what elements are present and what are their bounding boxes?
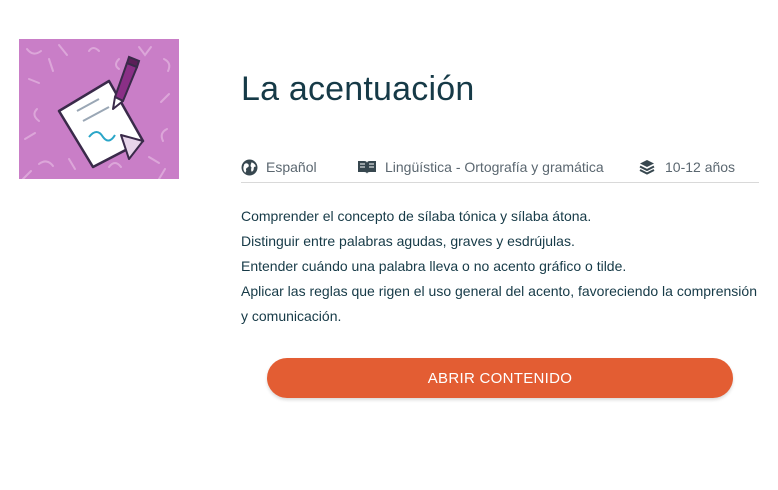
content-title: La acentuación bbox=[241, 70, 475, 108]
meta-age: 10-12 años bbox=[639, 159, 735, 175]
meta-language: Español bbox=[241, 159, 357, 176]
meta-language-label: Español bbox=[266, 159, 317, 175]
document-pencil-icon bbox=[19, 39, 179, 179]
objective-item: Aplicar las reglas que rigen el uso gene… bbox=[241, 283, 757, 324]
objective-item: Comprender el concepto de sílaba tónica … bbox=[241, 208, 592, 224]
content-meta-bar: Español Lingüística - Ortografía y gramá… bbox=[241, 152, 759, 183]
meta-subject: Lingüística - Ortografía y gramática bbox=[357, 159, 639, 175]
content-thumbnail[interactable] bbox=[19, 39, 179, 179]
objective-item: Entender cuándo una palabra lleva o no a… bbox=[241, 258, 627, 274]
open-book-icon bbox=[358, 161, 376, 174]
layers-icon bbox=[639, 160, 655, 175]
objective-item: Distinguir entre palabras agudas, graves… bbox=[241, 233, 575, 249]
open-content-button[interactable]: ABRIR CONTENIDO bbox=[267, 358, 733, 398]
globe-icon bbox=[241, 159, 258, 175]
objectives-list: Comprender el concepto de sílaba tónica … bbox=[241, 204, 761, 329]
meta-subject-label: Lingüística - Ortografía y gramática bbox=[385, 159, 604, 175]
meta-age-label: 10-12 años bbox=[665, 159, 736, 175]
